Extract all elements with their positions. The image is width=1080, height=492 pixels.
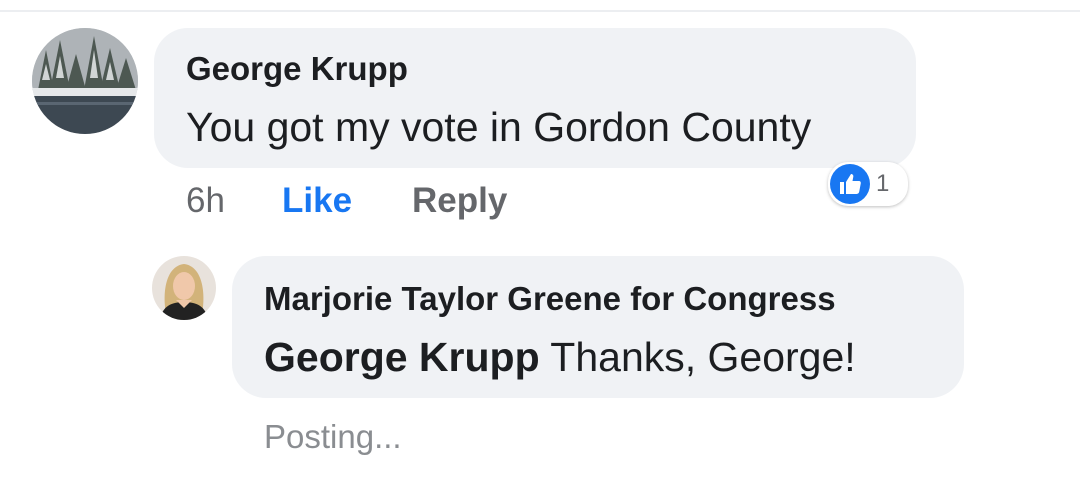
comment-text: You got my vote in Gordon County	[186, 104, 812, 150]
comment-author[interactable]: George Krupp	[186, 50, 408, 88]
comment-timestamp[interactable]: 6h	[186, 181, 225, 221]
top-divider	[0, 10, 1080, 12]
reaction-summary[interactable]: 1	[828, 162, 908, 206]
reply-author[interactable]: Marjorie Taylor Greene for Congress	[264, 280, 836, 318]
reaction-count: 1	[876, 170, 890, 197]
posting-status: Posting...	[264, 418, 402, 455]
thumbs-up-icon	[830, 164, 870, 204]
avatar-marjorie-taylor-greene[interactable]	[152, 256, 216, 320]
avatar-george-krupp[interactable]	[32, 28, 138, 134]
reply-mention[interactable]: George Krupp	[264, 334, 540, 380]
reply-button[interactable]: Reply	[412, 181, 507, 221]
like-button[interactable]: Like	[282, 181, 352, 221]
reply-text: Thanks, George!	[550, 334, 856, 380]
reply-body: George Krupp Thanks, George!	[264, 334, 856, 381]
